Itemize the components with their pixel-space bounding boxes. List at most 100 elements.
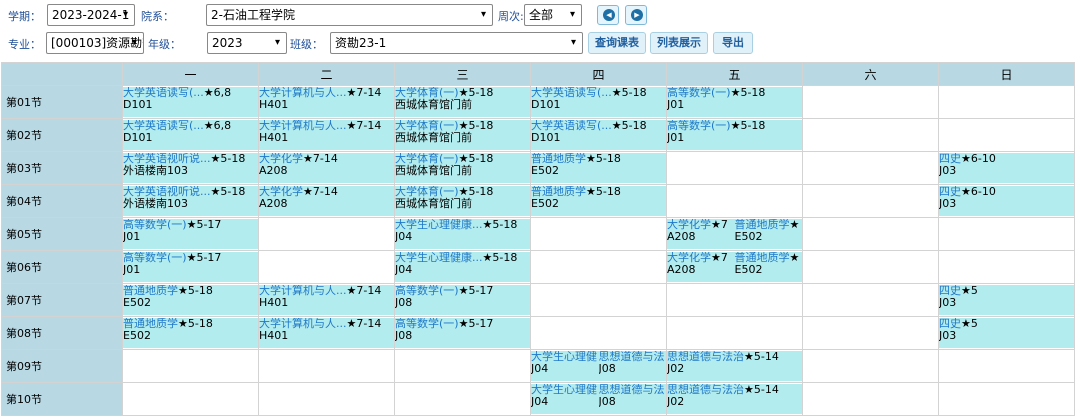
dept-select[interactable]: 2-石油工程学院 ▾ [206, 4, 493, 26]
course-entry[interactable]: 思想道德与法治★5-14 J02 [667, 351, 802, 381]
list-view-button[interactable]: 列表展示 [650, 32, 708, 54]
day-header: 六 [802, 62, 939, 86]
class-select[interactable]: 资勘23-1 ▾ [330, 32, 583, 54]
course-weeks: ★5-17 [186, 252, 222, 264]
day-header: 五 [666, 62, 803, 86]
course-room: D101 [123, 98, 153, 111]
course-entry[interactable]: 高等数学(一)★5-18 J01 [667, 87, 802, 117]
course-weeks: ★5-17 [186, 219, 222, 231]
course-room: J08 [395, 296, 413, 309]
chevron-down-icon: ▾ [569, 9, 575, 20]
course-entry[interactable]: 思想道德与法 J08 [598, 384, 666, 414]
course-weeks: ★7-14 [346, 87, 382, 99]
course-entry[interactable]: 四史★5 J03 [939, 285, 1074, 315]
cell-content: 大学英语视听说...★5-18 外语楼南103 [123, 185, 258, 217]
course-entry[interactable]: 普通地质学★5-18 E502 [123, 285, 258, 315]
grade-select[interactable]: 2023 ▾ [207, 32, 287, 54]
course-entry[interactable]: 大学化学★7-14 A208 [259, 186, 394, 216]
course-entry[interactable]: 大学体育(一)★5-18 西城体育馆门前 [395, 153, 530, 183]
course-entry[interactable]: 大学计算机与人...★7-14 H401 [259, 87, 394, 117]
course-entry[interactable]: 大学英语视听说...★5-18 外语楼南103 [123, 153, 258, 183]
course-entry[interactable]: 四史★5 J03 [939, 318, 1074, 348]
table-row: 第07节 普通地质学★5-18 E502 大学计算机与人...★7-14 H401 高等数… [1, 283, 1075, 317]
timetable-cell: 大学英语读写(...★5-18 D101 [530, 118, 667, 152]
query-timetable-button[interactable]: 查询课表 [588, 32, 646, 54]
cell-content [803, 317, 938, 349]
course-entry[interactable]: 大学化学★7 A208 [667, 252, 735, 282]
cell-content [803, 119, 938, 151]
course-room: J04 [531, 362, 549, 375]
timetable-cell [802, 250, 939, 284]
timetable-cell [802, 316, 939, 350]
course-entry[interactable]: 大学英语读写(...★5-18 D101 [531, 120, 666, 150]
course-entry[interactable]: 高等数学(一)★5-17 J08 [395, 285, 530, 315]
course-entry[interactable]: 大学生心理健 J04 [531, 384, 599, 414]
course-entry[interactable]: 大学英语读写(...★6,8 D101 [123, 87, 258, 117]
chevron-down-icon: ▾ [122, 9, 128, 20]
course-entry[interactable]: 普通地质学★5-18 E502 [531, 153, 666, 183]
course-room: J03 [939, 329, 957, 342]
course-entry[interactable]: 大学化学★7-14 A208 [259, 153, 394, 183]
period-label: 第02节 [1, 118, 123, 152]
course-entry[interactable]: 四史★6-10 J03 [939, 153, 1074, 183]
cell-content [259, 218, 394, 250]
next-week-button[interactable]: ▶ [625, 5, 647, 25]
course-room: 外语楼南103 [123, 197, 188, 210]
course-entry[interactable]: 大学英语视听说...★5-18 外语楼南103 [123, 186, 258, 216]
course-room: H401 [259, 296, 289, 309]
course-entry[interactable]: 大学英语读写(...★6,8 D101 [123, 120, 258, 150]
cell-content [395, 383, 530, 415]
cell-content [259, 383, 394, 415]
course-entry[interactable]: 思想道德与法治★5-14 J02 [667, 384, 802, 414]
course-entry[interactable]: 大学生心理健康...★5-18 J04 [395, 252, 530, 282]
course-entry[interactable]: 大学英语读写(...★5-18 D101 [531, 87, 666, 117]
week-label: 周次: [498, 10, 524, 23]
course-entry[interactable]: 大学计算机与人...★7-14 H401 [259, 318, 394, 348]
course-entry[interactable]: 普通地质学★5-18 E502 [123, 318, 258, 348]
day-header: 三 [394, 62, 531, 86]
course-entry[interactable]: 大学体育(一)★5-18 西城体育馆门前 [395, 120, 530, 150]
prev-week-button[interactable]: ◀ [597, 5, 619, 25]
course-entry[interactable]: 大学计算机与人...★7-14 H401 [259, 120, 394, 150]
course-entry[interactable]: 大学生心理健康...★5-18 J04 [395, 219, 530, 249]
dept-select-value: 2-石油工程学院 [211, 8, 295, 22]
timetable-cell: 高等数学(一)★5-18 J01 [666, 118, 803, 152]
class-select-value: 资勘23-1 [335, 36, 387, 50]
course-entry[interactable]: 高等数学(一)★5-17 J08 [395, 318, 530, 348]
timetable-cell [258, 382, 395, 416]
course-entry[interactable]: 高等数学(一)★5-18 J01 [667, 120, 802, 150]
course-entry[interactable]: 思想道德与法 J08 [598, 351, 666, 381]
course-title-line: 大学生心理健康...★5-18 [395, 219, 530, 231]
course-entry[interactable]: 普通地质学★ E502 [734, 219, 802, 249]
week-select[interactable]: 全部 ▾ [524, 4, 582, 26]
course-entry[interactable]: 大学化学★7 A208 [667, 219, 735, 249]
cell-content: 大学化学★7 A208 普通地质学★ E502 [667, 218, 802, 250]
timetable-cell: 普通地质学★5-18 E502 [122, 283, 259, 317]
cell-content: 大学英语视听说...★5-18 外语楼南103 [123, 152, 258, 184]
course-entry[interactable]: 大学体育(一)★5-18 西城体育馆门前 [395, 87, 530, 117]
arrow-left-icon: ◀ [603, 9, 615, 21]
course-entry[interactable]: 四史★6-10 J03 [939, 186, 1074, 216]
course-entry[interactable]: 普通地质学★ E502 [734, 252, 802, 282]
filter-row-1: 学期： 2023-2024-1 ▾ 院系： 2-石油工程学院 ▾ 周次: 全部 … [0, 4, 1080, 28]
cell-content [531, 284, 666, 316]
timetable-cell [802, 118, 939, 152]
course-entry[interactable]: 高等数学(一)★5-17 J01 [123, 219, 258, 249]
cell-content: 大学计算机与人...★7-14 H401 [259, 86, 394, 118]
cell-content: 大学体育(一)★5-18 西城体育馆门前 [395, 152, 530, 184]
class-label: 班级： [290, 38, 323, 51]
course-entry[interactable]: 高等数学(一)★5-17 J01 [123, 252, 258, 282]
cell-content: 四史★6-10 J03 [939, 185, 1074, 217]
course-entry[interactable]: 大学生心理健 J04 [531, 351, 599, 381]
cell-content: 四史★5 J03 [939, 317, 1074, 349]
major-select[interactable]: [000103]资源勘查 ▾ [46, 32, 144, 54]
timetable-cell [258, 349, 395, 383]
course-entry[interactable]: 大学计算机与人...★7-14 H401 [259, 285, 394, 315]
course-entry[interactable]: 普通地质学★5-18 E502 [531, 186, 666, 216]
export-button[interactable]: 导出 [713, 32, 753, 54]
course-room: E502 [734, 263, 763, 276]
course-entry[interactable]: 大学体育(一)★5-18 西城体育馆门前 [395, 186, 530, 216]
term-select[interactable]: 2023-2024-1 ▾ [47, 4, 135, 26]
course-title-line: 高等数学(一)★5-18 [667, 120, 802, 132]
course-weeks: ★5-18 [178, 285, 213, 297]
